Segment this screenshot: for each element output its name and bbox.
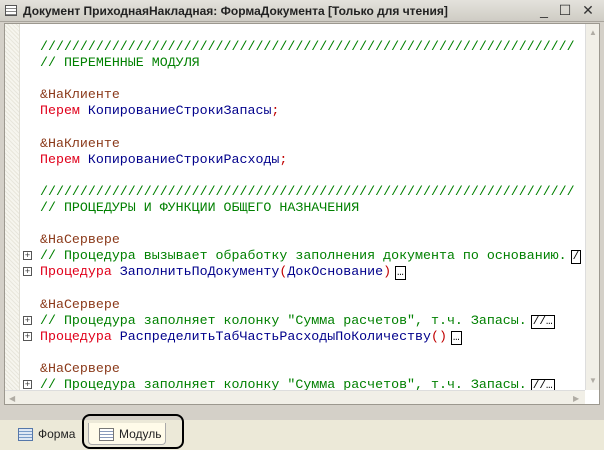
code-token: ЗаполнитьПоДокументу	[119, 264, 280, 280]
code-line: + Процедура ЗаполнитьПоДокументу(ДокОснов…	[23, 264, 581, 281]
code-line: ////////////////////////////////////////…	[23, 39, 581, 55]
code-token: // Процедура заполняет колонку "Сумма ра…	[40, 312, 527, 328]
code-token: Процедура	[40, 264, 120, 280]
collapsed-block-button[interactable]: …	[395, 266, 406, 281]
code-line: Перем КопированиеСтрокиЗапасы;	[23, 103, 581, 119]
code-token: КопированиеСтрокиРасходы	[87, 151, 280, 167]
title-bar: Документ ПриходнаяНакладная: ФормаДокуме…	[0, 0, 604, 22]
scroll-up-icon[interactable]: ▲	[589, 28, 597, 37]
code-token: )	[383, 264, 392, 280]
code-line: &НаСервере	[23, 361, 581, 377]
expand-icon[interactable]: +	[23, 267, 32, 277]
code-line: + // Процедура заполняет колонку "Сумма р…	[23, 313, 581, 329]
horizontal-scrollbar[interactable]: ◀ ▶	[5, 390, 585, 404]
scroll-right-icon[interactable]: ▶	[573, 394, 579, 403]
document-icon	[5, 5, 17, 16]
minimize-button[interactable]: _	[536, 2, 552, 19]
code-token: ()	[431, 328, 447, 344]
code-token: Перем	[40, 151, 88, 167]
code-token: Процедура	[40, 328, 120, 344]
collapsed-block-button[interactable]: /	[570, 250, 582, 265]
code-token: // ПРОЦЕДУРЫ И ФУНКЦИИ ОБЩЕГО НАЗНАЧЕНИЯ	[40, 199, 360, 215]
code-token: ////////////////////////////////////////…	[40, 183, 575, 199]
code-token: ;	[279, 151, 288, 167]
expand-icon[interactable]: +	[23, 315, 32, 325]
code-editor[interactable]: ////////////////////////////////////////…	[4, 23, 600, 405]
code-token: // Процедура вызывает обработку заполнен…	[40, 248, 567, 264]
tab-form[interactable]: Форма	[8, 423, 78, 445]
code-token: &НаСервере	[40, 360, 120, 376]
vertical-scrollbar[interactable]: ▲ ▼	[585, 24, 599, 390]
code-token: &НаСервере	[40, 296, 120, 312]
scroll-left-icon[interactable]: ◀	[9, 394, 15, 403]
code-area[interactable]: ////////////////////////////////////////…	[23, 39, 582, 404]
code-token: // ПЕРЕМЕННЫЕ МОДУЛЯ	[40, 55, 200, 71]
code-line: ////////////////////////////////////////…	[23, 184, 581, 200]
code-line: &НаСервере	[23, 297, 581, 313]
code-token: ДокОснование	[287, 264, 384, 280]
code-line: &НаКлиенте	[23, 87, 581, 103]
expand-icon[interactable]: +	[23, 331, 32, 341]
close-button[interactable]: ✕	[580, 2, 596, 19]
code-token: ;	[271, 103, 280, 119]
code-token: РаспределитьТабЧастьРасходыПоКоличеству	[119, 328, 431, 344]
code-token: &НаСервере	[40, 232, 120, 248]
code-line: + // Процедура вызывает обработку заполне…	[23, 248, 582, 265]
code-line: // ПЕРЕМЕННЫЕ МОДУЛЯ	[23, 55, 581, 71]
highlight-frame	[82, 414, 184, 449]
form-icon	[18, 428, 33, 441]
collapsed-block-button[interactable]: //…	[530, 314, 555, 329]
scroll-down-icon[interactable]: ▼	[589, 376, 597, 385]
editor-gutter	[5, 24, 20, 404]
expand-icon[interactable]: +	[23, 251, 32, 261]
code-token: Перем	[40, 103, 88, 119]
code-line: Перем КопированиеСтрокиРасходы;	[23, 152, 581, 168]
code-token: ////////////////////////////////////////…	[40, 39, 575, 54]
window-title: Документ ПриходнаяНакладная: ФормаДокуме…	[23, 4, 448, 18]
collapsed-block-button[interactable]: …	[450, 330, 462, 345]
code-line: &НаСервере	[23, 232, 581, 248]
code-line: + Процедура РаспределитьТабЧастьРасходыПо…	[23, 329, 581, 345]
code-token: &НаКлиенте	[40, 87, 120, 103]
code-line: // ПРОЦЕДУРЫ И ФУНКЦИИ ОБЩЕГО НАЗНАЧЕНИЯ	[23, 200, 581, 216]
code-line: &НаКлиенте	[23, 136, 581, 152]
code-token: КопированиеСтрокиЗапасы	[87, 103, 272, 119]
expand-icon[interactable]: +	[23, 379, 32, 389]
code-token: &НаКлиенте	[40, 135, 120, 151]
maximize-button[interactable]: ☐	[557, 2, 573, 19]
tab-label: Форма	[38, 427, 76, 441]
